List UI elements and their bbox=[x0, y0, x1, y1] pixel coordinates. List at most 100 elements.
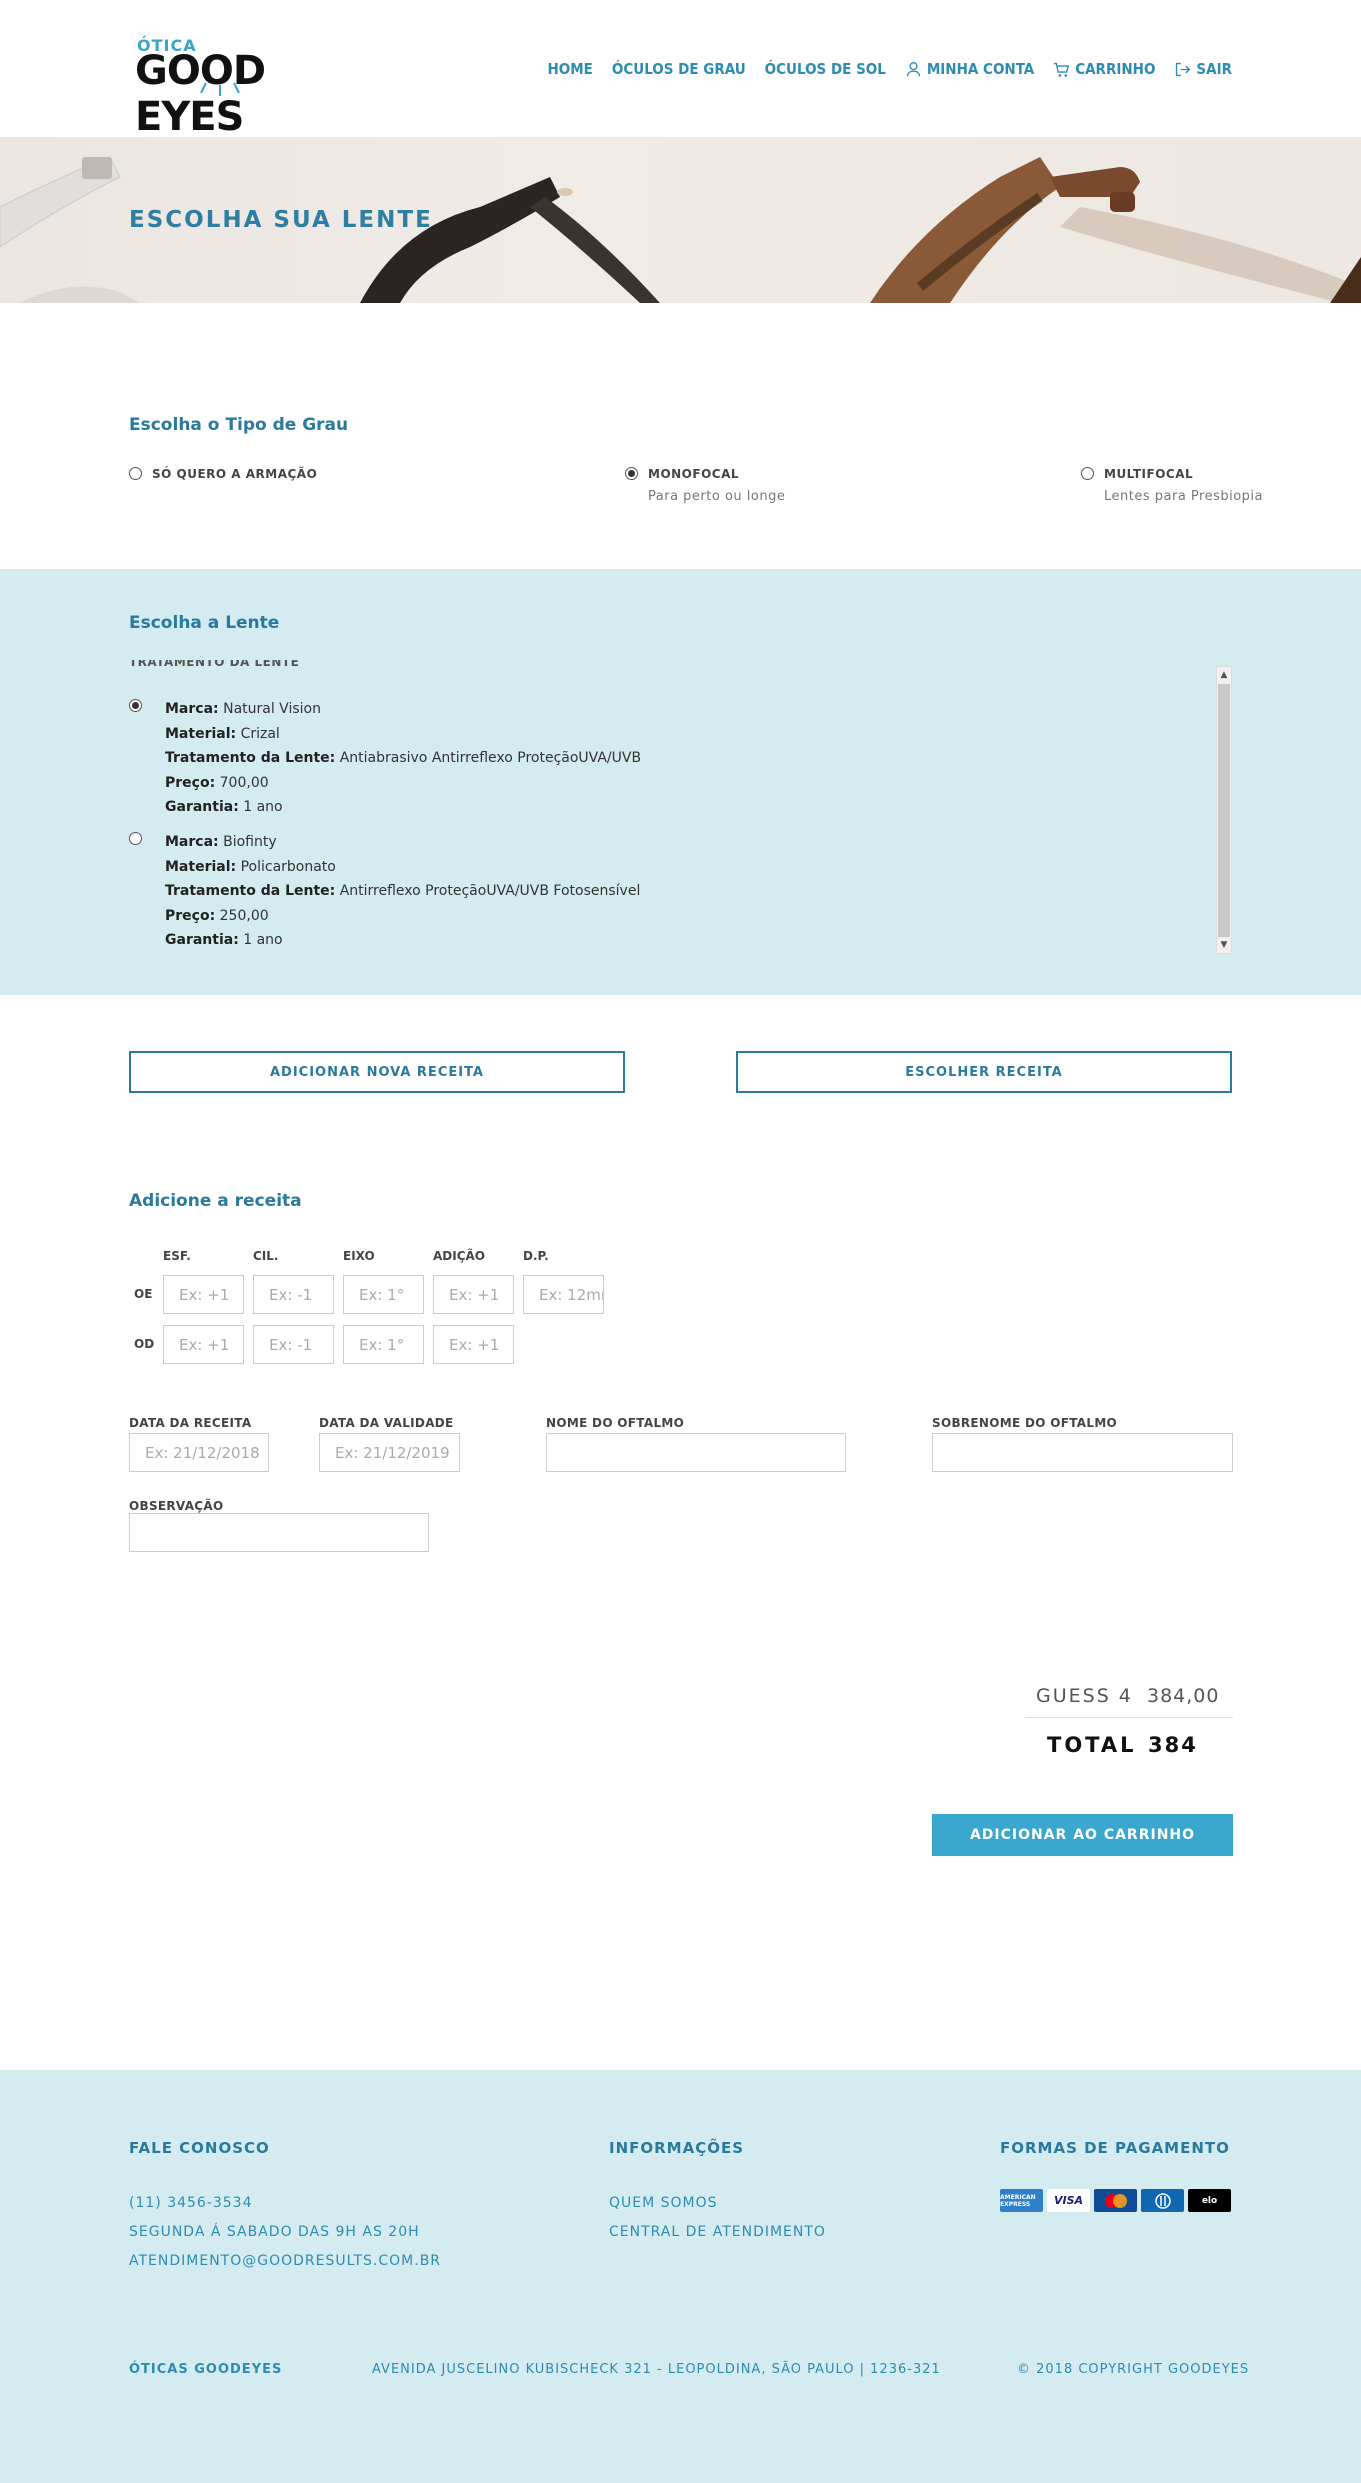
mastercard-card-icon bbox=[1094, 2189, 1137, 2212]
lens-material: Policarbonato bbox=[240, 858, 336, 875]
oe-cil-input[interactable]: Ex: -1 bbox=[253, 1275, 334, 1314]
lens-material: Crizal bbox=[240, 725, 280, 742]
doctor-surname-input[interactable] bbox=[932, 1433, 1233, 1472]
nav-logout[interactable]: SAIR bbox=[1174, 60, 1232, 78]
field-label: Garantia: bbox=[165, 799, 239, 815]
footer-hours: SEGUNDA Á SABADO DAS 9H AS 20H bbox=[129, 2224, 420, 2240]
lens-cut-label: TRATAMENTO DA LENTE bbox=[129, 660, 300, 669]
field-label: Tratamento da Lente: bbox=[165, 750, 336, 766]
diners-logo-icon bbox=[1154, 2192, 1171, 2209]
lens-brand: Natural Vision bbox=[223, 701, 321, 717]
footer-support-link[interactable]: CENTRAL DE ATENDIMENTO bbox=[609, 2224, 826, 2240]
footer-address: AVENIDA JUSCELINO KUBISCHECK 321 - LEOPO… bbox=[372, 2362, 941, 2377]
footer-contact-title: FALE CONOSCO bbox=[129, 2139, 270, 2157]
diners-card-icon bbox=[1141, 2189, 1184, 2212]
nav-cart-label: CARRINHO bbox=[1075, 60, 1156, 78]
grade-option-frame-only[interactable]: SÓ QUERO A ARMAÇÃO bbox=[129, 467, 317, 481]
lens-option[interactable]: Marca: Biofinty Material: Policarbonato … bbox=[129, 830, 640, 953]
add-prescription-button[interactable]: ADICIONAR NOVA RECEITA bbox=[129, 1051, 625, 1093]
lens-scrollbar[interactable]: ▲ ▼ bbox=[1216, 666, 1232, 954]
field-label: Preço: bbox=[165, 774, 216, 791]
radio-lens-2[interactable] bbox=[129, 832, 142, 845]
lens-list[interactable]: TRATAMENTO DA LENTE Marca: Natural Visio… bbox=[129, 660, 1233, 955]
logout-icon bbox=[1176, 62, 1191, 76]
od-esf-input[interactable]: Ex: +1 bbox=[163, 1325, 244, 1364]
cart-icon bbox=[1054, 62, 1070, 77]
lens-price: 700,00 bbox=[219, 774, 269, 791]
nav-prescription-glasses-label: ÓCULOS DE GRAU bbox=[611, 60, 746, 78]
field-label: Material: bbox=[165, 725, 237, 742]
footer-phone[interactable]: (11) 3456-3534 bbox=[129, 2195, 253, 2211]
field-label: Marca: bbox=[165, 834, 219, 850]
radio-monofocal[interactable] bbox=[625, 467, 638, 480]
field-label: Material: bbox=[165, 858, 237, 875]
footer-info-title: INFORMAÇÕES bbox=[609, 2139, 745, 2157]
lens-warranty: 1 ano bbox=[243, 799, 283, 815]
oe-eixo-input[interactable]: Ex: 1° bbox=[343, 1275, 424, 1314]
lens-price: 250,00 bbox=[219, 907, 269, 924]
date-input[interactable]: Ex: 21/12/2018 bbox=[129, 1433, 269, 1472]
radio-lens-1[interactable] bbox=[129, 699, 142, 712]
col-cil: CIL. bbox=[253, 1249, 279, 1263]
brand-logo[interactable]: ÓTICA GOOD EYES bbox=[135, 36, 375, 140]
row-oe-label: OE bbox=[134, 1287, 153, 1301]
grade-option-multifocal[interactable]: MULTIFOCAL Lentes para Presbiopia bbox=[1081, 467, 1263, 504]
lens-treatment: Antirreflexo ProteçãoUVA/UVB Fotosensíve… bbox=[339, 883, 641, 899]
nav-prescription-glasses[interactable]: ÓCULOS DE GRAU bbox=[612, 60, 746, 78]
page-title: ESCOLHA SUA LENTE bbox=[129, 207, 433, 233]
od-eixo-input[interactable]: Ex: 1° bbox=[343, 1325, 424, 1364]
col-adicao: ADIÇÃO bbox=[433, 1249, 486, 1263]
radio-multifocal[interactable] bbox=[1081, 467, 1094, 480]
lens-option[interactable]: Marca: Natural Vision Material: Crizal T… bbox=[129, 697, 641, 820]
doctor-name-input[interactable] bbox=[546, 1433, 846, 1472]
grade-option-monofocal[interactable]: MONOFOCAL Para perto ou longe bbox=[625, 467, 785, 504]
footer-email[interactable]: ATENDIMENTO@GOODRESULTS.COM.BR bbox=[129, 2253, 441, 2269]
field-label: Tratamento da Lente: bbox=[165, 883, 336, 899]
nav-home-label: HOME bbox=[547, 60, 593, 78]
grade-option-sub: Para perto ou longe bbox=[648, 489, 786, 504]
summary-product-price: 384,00 bbox=[1147, 1685, 1220, 1707]
prescription-title: Adicione a receita bbox=[129, 1191, 302, 1211]
note-label: OBSERVAÇÃO bbox=[129, 1499, 224, 1513]
nav-home[interactable]: HOME bbox=[547, 60, 592, 78]
user-icon bbox=[906, 61, 920, 76]
lens-title: Escolha a Lente bbox=[129, 613, 280, 633]
visa-card-icon: VISA bbox=[1047, 2189, 1090, 2212]
site-header: ÓTICA GOOD EYES HOME ÓCULOS DE GRAU ÓCUL… bbox=[0, 0, 1361, 140]
doctor-name-label: NOME DO OFTALMO bbox=[546, 1416, 685, 1430]
grade-option-sub: Lentes para Presbiopia bbox=[1104, 489, 1264, 504]
field-label: Marca: bbox=[165, 701, 219, 717]
radio-frame-only[interactable] bbox=[129, 467, 142, 480]
choose-prescription-button[interactable]: ESCOLHER RECEITA bbox=[736, 1051, 1232, 1093]
footer-about-link[interactable]: QUEM SOMOS bbox=[609, 2195, 718, 2211]
tortoise-glasses-image bbox=[870, 157, 1361, 303]
nav-sunglasses[interactable]: ÓCULOS DE SOL bbox=[765, 60, 886, 78]
chevron-down-icon[interactable]: ▼ bbox=[1217, 937, 1231, 953]
col-dp: D.P. bbox=[523, 1249, 549, 1263]
grade-option-label: MONOFOCAL bbox=[648, 467, 740, 481]
elo-card-icon: elo bbox=[1188, 2189, 1231, 2212]
validity-input[interactable]: Ex: 21/12/2019 bbox=[319, 1433, 460, 1472]
oe-esf-input[interactable]: Ex: +1 bbox=[163, 1275, 244, 1314]
oe-adicao-input[interactable]: Ex: +1 bbox=[433, 1275, 514, 1314]
od-adicao-input[interactable]: Ex: +1 bbox=[433, 1325, 514, 1364]
nav-account[interactable]: MINHA CONTA bbox=[905, 60, 1034, 78]
add-to-cart-button[interactable]: ADICIONAR AO CARRINHO bbox=[932, 1814, 1233, 1856]
lens-warranty: 1 ano bbox=[243, 932, 283, 948]
od-cil-input[interactable]: Ex: -1 bbox=[253, 1325, 334, 1364]
col-eixo: EIXO bbox=[343, 1249, 375, 1263]
eye-rays-icon bbox=[200, 82, 240, 96]
lens-treatment: Antiabrasivo Antirreflexo ProteçãoUVA/UV… bbox=[339, 750, 642, 766]
site-footer bbox=[0, 2070, 1361, 2483]
scrollbar-thumb[interactable] bbox=[1218, 684, 1230, 937]
nav-cart[interactable]: CARRINHO bbox=[1053, 60, 1155, 78]
amex-card-icon: AMERICAN EXPRESS bbox=[1000, 2189, 1043, 2212]
validity-label: DATA DA VALIDADE bbox=[319, 1416, 454, 1430]
note-input[interactable] bbox=[129, 1513, 429, 1552]
field-label: Preço: bbox=[165, 907, 216, 924]
footer-copyright: © 2018 COPYRIGHT GOODEYES bbox=[1017, 2362, 1250, 2377]
date-label: DATA DA RECEITA bbox=[129, 1416, 252, 1430]
dp-input[interactable]: Ex: 12mm bbox=[523, 1275, 604, 1314]
chevron-up-icon[interactable]: ▲ bbox=[1217, 667, 1231, 683]
hero-banner: ESCOLHA SUA LENTE bbox=[0, 137, 1361, 303]
